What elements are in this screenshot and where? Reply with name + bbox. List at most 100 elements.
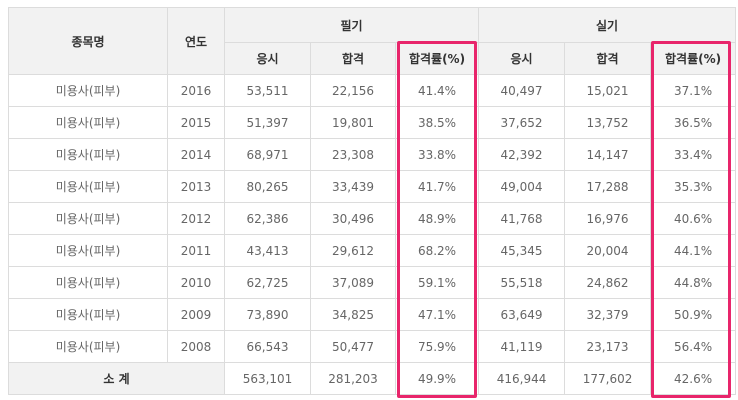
practical-applicants-cell: 49,004 [478, 170, 566, 203]
table-row: 미용사(피부) 2010 62,725 37,089 59.1% 55,518 24,862… [8, 266, 737, 299]
practical-pass-rate-cell: 35.3% [650, 170, 737, 203]
subject-cell: 미용사(피부) [8, 298, 168, 331]
total-label: 소 계 [8, 362, 225, 395]
year-cell: 2015 [167, 106, 225, 139]
table-row: 미용사(피부) 2014 68,971 23,308 33.8% 42,392 14,147… [8, 138, 737, 171]
practical-pass-rate-cell: 44.8% [650, 266, 737, 299]
practical-pass-rate-cell: 50.9% [650, 298, 737, 331]
written-pass-rate-cell: 48.9% [394, 202, 480, 235]
written-passed-cell: 19,801 [310, 106, 396, 139]
practical-applicants-cell: 55,518 [478, 266, 566, 299]
written-pass-rate-cell: 59.1% [394, 266, 480, 299]
written-applicants-cell: 43,413 [224, 234, 311, 267]
subject-cell: 미용사(피부) [8, 266, 168, 299]
written-applicants-cell: 62,725 [224, 266, 311, 299]
practical-pass-rate-cell: 36.5% [650, 106, 737, 139]
written-pass-rate-cell: 41.7% [394, 170, 480, 203]
written-applicants-cell: 62,386 [224, 202, 311, 235]
year-cell: 2014 [167, 138, 225, 171]
header-written-passed: 합격 [310, 42, 396, 75]
total-cell: 281,203 [310, 362, 396, 395]
written-applicants-cell: 73,890 [224, 298, 311, 331]
year-cell: 2010 [167, 266, 225, 299]
table-row: 미용사(피부) 2008 66,543 50,477 75.9% 41,119 23,173… [8, 330, 737, 363]
practical-pass-rate-cell: 33.4% [650, 138, 737, 171]
subject-cell: 미용사(피부) [8, 170, 168, 203]
table-row: 미용사(피부) 2013 80,265 33,439 41.7% 49,004 17,288… [8, 170, 737, 203]
table-row: 미용사(피부) 2012 62,386 30,496 48.9% 41,768 16,976… [8, 202, 737, 235]
header-written-applicants: 응시 [224, 42, 311, 75]
header-practical-passed: 합격 [564, 42, 652, 75]
year-cell: 2009 [167, 298, 225, 331]
total-cell: 177,602 [564, 362, 652, 395]
year-cell: 2016 [167, 74, 225, 107]
subject-cell: 미용사(피부) [8, 138, 168, 171]
total-cell: 563,101 [224, 362, 311, 395]
subject-cell: 미용사(피부) [8, 202, 168, 235]
year-cell: 2013 [167, 170, 225, 203]
year-cell: 2012 [167, 202, 225, 235]
practical-passed-cell: 32,379 [564, 298, 652, 331]
written-pass-rate-cell: 47.1% [394, 298, 480, 331]
written-pass-rate-cell: 41.4% [394, 74, 480, 107]
subject-cell: 미용사(피부) [8, 234, 168, 267]
total-cell: 42.6% [650, 362, 737, 395]
practical-pass-rate-cell: 44.1% [650, 234, 737, 267]
written-applicants-cell: 51,397 [224, 106, 311, 139]
written-pass-rate-cell: 38.5% [394, 106, 480, 139]
practical-passed-cell: 17,288 [564, 170, 652, 203]
written-passed-cell: 50,477 [310, 330, 396, 363]
total-cell: 49.9% [394, 362, 480, 395]
table-row: 미용사(피부) 2015 51,397 19,801 38.5% 37,652 13,752… [8, 106, 737, 139]
written-passed-cell: 22,156 [310, 74, 396, 107]
subject-cell: 미용사(피부) [8, 106, 168, 139]
table-row: 미용사(피부) 2016 53,511 22,156 41.4% 40,497 15,021… [8, 74, 737, 107]
written-pass-rate-cell: 33.8% [394, 138, 480, 171]
header-practical-pass-rate: 합격률(%) [650, 42, 737, 75]
practical-passed-cell: 16,976 [564, 202, 652, 235]
practical-applicants-cell: 45,345 [478, 234, 566, 267]
practical-applicants-cell: 63,649 [478, 298, 566, 331]
practical-passed-cell: 23,173 [564, 330, 652, 363]
header-subject: 종목명 [8, 7, 168, 75]
written-passed-cell: 30,496 [310, 202, 396, 235]
header-practical-applicants: 응시 [478, 42, 566, 75]
practical-passed-cell: 24,862 [564, 266, 652, 299]
written-applicants-cell: 68,971 [224, 138, 311, 171]
year-cell: 2008 [167, 330, 225, 363]
written-passed-cell: 29,612 [310, 234, 396, 267]
written-applicants-cell: 66,543 [224, 330, 311, 363]
practical-pass-rate-cell: 56.4% [650, 330, 737, 363]
written-pass-rate-cell: 68.2% [394, 234, 480, 267]
written-passed-cell: 33,439 [310, 170, 396, 203]
practical-applicants-cell: 42,392 [478, 138, 566, 171]
practical-applicants-cell: 41,119 [478, 330, 566, 363]
written-passed-cell: 34,825 [310, 298, 396, 331]
practical-applicants-cell: 40,497 [478, 74, 566, 107]
practical-applicants-cell: 37,652 [478, 106, 566, 139]
exam-stats-table: 종목명 연도 필기 실기 응시 합격 합격률(%) 응시 합격 합격률(%) 미… [8, 7, 737, 395]
table-row: 미용사(피부) 2009 73,890 34,825 47.1% 63,649 32,379… [8, 298, 737, 331]
practical-passed-cell: 15,021 [564, 74, 652, 107]
practical-passed-cell: 13,752 [564, 106, 652, 139]
subject-cell: 미용사(피부) [8, 330, 168, 363]
practical-passed-cell: 14,147 [564, 138, 652, 171]
written-pass-rate-cell: 75.9% [394, 330, 480, 363]
year-cell: 2011 [167, 234, 225, 267]
header-practical: 실기 [478, 7, 737, 43]
table-body: 미용사(피부) 2016 53,511 22,156 41.4% 40,497 15,021… [8, 74, 737, 363]
practical-pass-rate-cell: 40.6% [650, 202, 737, 235]
header-written: 필기 [223, 7, 480, 43]
practical-applicants-cell: 41,768 [478, 202, 566, 235]
written-applicants-cell: 53,511 [224, 74, 311, 107]
total-row: 소 계 563,101 281,203 49.9% 416,944 177,60… [8, 362, 737, 395]
practical-pass-rate-cell: 37.1% [650, 74, 737, 107]
subject-cell: 미용사(피부) [8, 74, 168, 107]
written-applicants-cell: 80,265 [224, 170, 311, 203]
written-passed-cell: 23,308 [310, 138, 396, 171]
total-cell: 416,944 [478, 362, 566, 395]
header-written-pass-rate: 합격률(%) [394, 42, 480, 75]
header-year: 연도 [167, 7, 225, 75]
table-row: 미용사(피부) 2011 43,413 29,612 68.2% 45,345 20,004… [8, 234, 737, 267]
written-passed-cell: 37,089 [310, 266, 396, 299]
